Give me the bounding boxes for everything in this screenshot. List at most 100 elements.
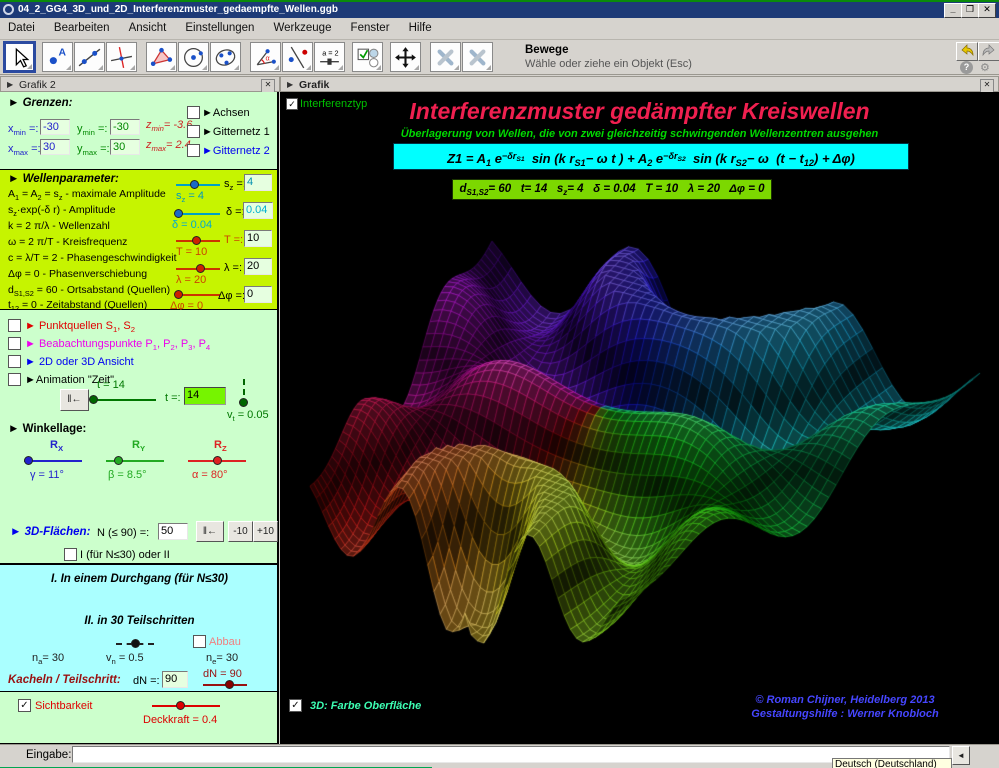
ymin-input[interactable]: -30 [110, 119, 140, 135]
delta-slider[interactable] [176, 213, 220, 215]
undo-button[interactable] [956, 42, 978, 61]
sz-input[interactable]: 4 [244, 174, 272, 191]
ry-slider[interactable] [106, 460, 164, 462]
panel-collapse-icon[interactable]: ▶ [7, 80, 13, 89]
lambda-slider-handle[interactable] [196, 264, 205, 273]
gitternetz2-checkbox[interactable] [187, 144, 200, 157]
dphi-slider-handle[interactable] [174, 290, 183, 299]
gear-icon[interactable]: ⚙ [980, 61, 990, 74]
abbau-checkbox[interactable] [193, 635, 206, 648]
animation-zeit-checkbox[interactable] [8, 373, 21, 386]
tool-custom-tools[interactable] [430, 42, 461, 72]
rx-label: RX [50, 439, 63, 453]
tool-circle[interactable] [178, 42, 209, 72]
title-bar[interactable]: 04_2_GG4_3D_und_2D_Interferenzmuster_ged… [0, 2, 999, 18]
xmax-label: xmax =: [8, 143, 41, 157]
wellen-line-2: sz·exp(-δ r) - Amplitude [8, 204, 116, 218]
beobachtungspunkte-checkbox[interactable] [8, 337, 21, 350]
close-button[interactable]: ✕ [978, 3, 996, 18]
deckkraft-slider[interactable] [152, 705, 220, 707]
grafik-close-icon[interactable]: ✕ [980, 79, 994, 93]
circle-icon [181, 45, 206, 70]
n-plus10-button[interactable]: +10 [253, 521, 278, 542]
t-slider-handle[interactable] [89, 395, 98, 404]
vn-slider-handle[interactable] [131, 639, 140, 648]
sz-slider[interactable] [176, 184, 220, 186]
t-input[interactable]: 14 [184, 387, 226, 405]
tool-move-view[interactable] [390, 42, 421, 72]
gitternetz1-checkbox[interactable] [187, 125, 200, 138]
grafik2-panel-header[interactable]: ▶ Grafik 2 ✕ [0, 76, 280, 92]
lambda-slider-label: λ = 20 [176, 274, 206, 286]
menu-fenster[interactable]: Fenster [343, 18, 398, 34]
zmax-value: zmax= 2.4 [146, 139, 191, 153]
dn-input[interactable]: 90 [162, 671, 188, 688]
tool-checkbox[interactable] [352, 42, 383, 72]
achsen-checkbox[interactable] [187, 106, 200, 119]
eingabe-input[interactable] [72, 746, 950, 763]
ansicht-2d3d-checkbox[interactable] [8, 355, 21, 368]
menu-hilfe[interactable]: Hilfe [401, 18, 440, 34]
T-slider-handle[interactable] [192, 236, 201, 245]
delta-slider-handle[interactable] [174, 209, 183, 218]
app-icon [3, 4, 14, 15]
tool-move-cursor[interactable] [4, 42, 35, 72]
xmax-input[interactable]: 30 [40, 139, 70, 155]
lambda-slider[interactable] [176, 268, 220, 270]
rz-slider-handle[interactable] [213, 456, 222, 465]
n-minus10-button[interactable]: -10 [228, 521, 253, 542]
input-history-button[interactable]: ◄ [952, 746, 970, 765]
dphi-slider[interactable] [176, 294, 220, 296]
help-icon[interactable]: ? [960, 61, 973, 74]
menu-einstellungen[interactable]: Einstellungen [177, 18, 262, 34]
panel-collapse-icon[interactable]: ▶ [287, 80, 293, 89]
T-input[interactable]: 10 [244, 230, 272, 247]
tool-polygon[interactable] [146, 42, 177, 72]
minimize-button[interactable]: _ [944, 3, 962, 18]
n-reset-button[interactable]: ‖← [196, 521, 224, 542]
tool-reflect[interactable] [282, 42, 313, 72]
durchgang-mode-checkbox[interactable] [64, 548, 77, 561]
dn-slider-handle[interactable] [225, 680, 234, 689]
t-slider[interactable] [92, 399, 156, 401]
tool-angle[interactable]: α [250, 42, 281, 72]
n-input[interactable]: 50 [158, 523, 188, 540]
grafik2-close-icon[interactable]: ✕ [261, 79, 275, 93]
toolbar: A α a = 2 [0, 40, 999, 75]
rx-slider[interactable] [24, 460, 82, 462]
rz-slider[interactable] [188, 460, 246, 462]
lambda-input[interactable]: 20 [244, 258, 272, 275]
tool-perpendicular-line[interactable] [106, 42, 137, 72]
lambda-input-label: λ =: [224, 262, 242, 274]
menu-bearbeiten[interactable]: Bearbeiten [46, 18, 118, 34]
restore-button[interactable]: ❐ [961, 3, 979, 18]
delta-input[interactable]: 0.04 [243, 202, 273, 219]
T-slider[interactable] [176, 240, 220, 242]
vt-slider-handle[interactable] [239, 398, 248, 407]
deckkraft-slider-handle[interactable] [176, 701, 185, 710]
mode-title: Bewege [525, 44, 568, 56]
sz-slider-handle[interactable] [190, 180, 199, 189]
tool-slider[interactable]: a = 2 [314, 42, 345, 72]
tool-conic[interactable] [210, 42, 241, 72]
ry-slider-handle[interactable] [114, 456, 123, 465]
punktquellen-checkbox[interactable] [8, 319, 21, 332]
zmin-value: zmin= -3.6 [146, 119, 192, 133]
xmin-input[interactable]: -30 [40, 119, 70, 135]
dn-slider[interactable] [203, 684, 247, 686]
redo-button[interactable] [978, 42, 999, 61]
menu-ansicht[interactable]: Ansicht [121, 18, 175, 34]
grafik-panel-header[interactable]: ▶ Grafik ✕ [280, 76, 999, 92]
surface-color-checkbox[interactable]: ✓ [289, 699, 302, 712]
menu-datei[interactable]: Datei [0, 18, 43, 34]
tool-line[interactable] [74, 42, 105, 72]
rx-slider-handle[interactable] [24, 456, 33, 465]
time-pause-button[interactable]: ‖← [60, 389, 89, 411]
tool-custom-tools-2[interactable] [462, 42, 493, 72]
dphi-input[interactable]: 0 [244, 286, 272, 303]
menu-werkzeuge[interactable]: Werkzeuge [266, 18, 340, 34]
ymax-input[interactable]: 30 [110, 139, 140, 155]
gitternetz2-label: ►Gitternetz 2 [202, 145, 270, 157]
sichtbarkeit-checkbox[interactable]: ✓ [18, 699, 31, 712]
tool-new-point[interactable]: A [42, 42, 73, 72]
